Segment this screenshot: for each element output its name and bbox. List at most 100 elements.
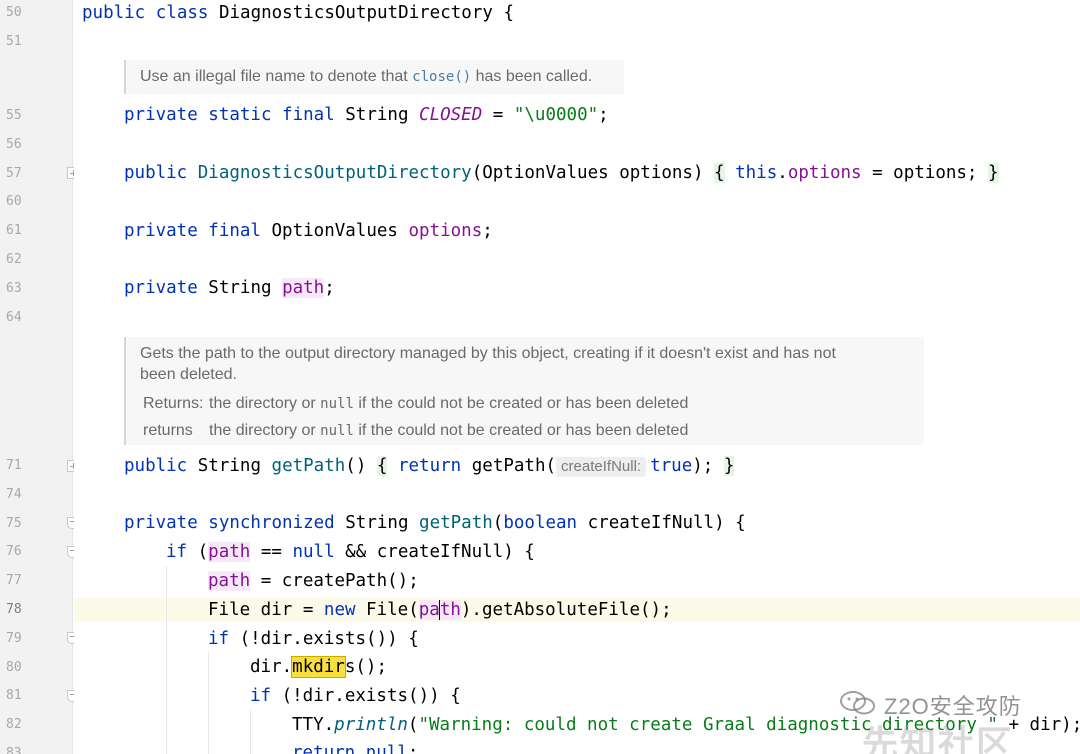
line-number: 71 — [6, 458, 22, 473]
code-line-80: dir.mkdirs(); — [250, 656, 387, 678]
code-text: = — [482, 105, 514, 125]
type: String — [197, 456, 272, 476]
string-literal: "\u0000" — [513, 105, 599, 125]
line-number: 82 — [6, 717, 22, 732]
keyword: null — [292, 542, 335, 562]
keyword: new — [323, 600, 356, 620]
code-text: (!dir.exists()) { — [271, 686, 461, 706]
code-text: ( — [197, 542, 209, 562]
code-line-57: public DiagnosticsOutputDirectory(Option… — [124, 162, 999, 184]
keyword: private — [124, 278, 209, 298]
watermark-subtext: 先知社区 — [862, 723, 1015, 754]
line-number: 74 — [6, 487, 22, 502]
wechat-icon — [840, 691, 875, 715]
line-number: 80 — [6, 660, 22, 675]
keyword: boolean — [503, 513, 578, 533]
class-name: DiagnosticsOutputDirectory — [218, 3, 493, 23]
code-text: (!dir.exists()) { — [229, 629, 419, 649]
code-text: ; — [598, 105, 609, 125]
code-text: createIfNull) { — [577, 513, 746, 533]
field: path — [208, 571, 251, 591]
indent-guide — [250, 710, 251, 754]
constant-field: CLOSED — [419, 105, 483, 125]
type: String — [345, 105, 420, 125]
code-text: ; — [324, 278, 335, 298]
keyword: public — [124, 456, 198, 476]
keyword: if — [250, 686, 272, 706]
doc-code: close() — [412, 69, 472, 85]
code-text: ( — [407, 715, 419, 735]
code-text: File( — [355, 600, 419, 620]
type: OptionValues — [271, 221, 409, 241]
code-text: ).getAbsoluteFile(); — [460, 600, 672, 620]
folded-brace[interactable]: } — [988, 163, 999, 183]
code-text: ; — [407, 743, 419, 754]
doc-text: has been called. — [471, 68, 593, 85]
code-line-63: private String path; — [124, 277, 335, 299]
line-number: 56 — [6, 137, 22, 152]
constructor-name: DiagnosticsOutputDirectory — [197, 163, 472, 183]
line-number: 64 — [6, 310, 22, 325]
method-name: getPath — [419, 513, 493, 533]
folded-brace[interactable]: { — [376, 456, 388, 476]
line-number: 61 — [6, 223, 22, 238]
doc-code: null — [320, 423, 354, 439]
line-number-current: 78 — [6, 602, 22, 617]
code-text: s(); — [344, 657, 387, 677]
line-number: 63 — [6, 281, 22, 296]
code-line-81: if (!dir.exists()) { — [250, 685, 461, 707]
watermark: Z2O安全攻防 先知社区 — [836, 685, 1080, 754]
folded-brace[interactable]: } — [723, 456, 735, 476]
type: String — [345, 513, 420, 533]
code-editor[interactable]: public class DiagnosticsOutputDirectory … — [74, 0, 1080, 754]
keyword: if — [208, 629, 230, 649]
field: options — [787, 163, 862, 183]
code-text: (OptionValues options) — [471, 163, 715, 183]
keyword: true — [650, 456, 693, 476]
indent-guide — [208, 652, 209, 754]
code-line-75: private synchronized String getPath(bool… — [124, 512, 746, 534]
indent-guide — [166, 566, 167, 754]
line-number: 50 — [6, 5, 22, 20]
doc-text: if the could not be created or has been … — [353, 422, 689, 439]
line-number: 55 — [6, 108, 22, 123]
code-line-50: public class DiagnosticsOutputDirectory … — [82, 2, 514, 24]
line-number: 57 — [6, 166, 22, 181]
doc-tag: returns — [143, 422, 193, 439]
field: path — [208, 542, 251, 562]
field: path — [282, 278, 325, 298]
line-number: 77 — [6, 573, 22, 588]
code-line-76: if (path == null && createIfNull) { — [166, 541, 535, 563]
line-number: 75 — [6, 516, 22, 531]
rendered-doc-comment[interactable]: Use an illegal file name to denote that … — [124, 60, 624, 94]
method-name: getPath — [271, 456, 346, 476]
code-text: getPath( — [471, 456, 557, 476]
keyword: private synchronized — [124, 513, 346, 533]
doc-text: the directory or — [209, 422, 321, 439]
field: options — [408, 221, 483, 241]
keyword: public — [124, 163, 198, 183]
field: pa — [418, 600, 440, 620]
line-number-gutter: 50 51 55 56 57 60 61 62 63 64 71 74 75 7… — [0, 0, 79, 754]
rendered-doc-comment[interactable]: Gets the path to the output directory ma… — [124, 337, 924, 445]
keyword: private final — [124, 221, 272, 241]
code-line-55: private static final String CLOSED = "\u… — [124, 104, 609, 126]
doc-code: null — [320, 396, 354, 412]
code-text: = options; — [861, 163, 989, 183]
code-text: = createPath(); — [250, 571, 419, 591]
doc-returns: returns the directory or null if the coul… — [140, 420, 924, 442]
doc-text: the directory or — [209, 395, 321, 412]
line-number: 79 — [6, 631, 22, 646]
line-number: 76 — [6, 544, 22, 559]
folded-brace[interactable]: { — [714, 163, 725, 183]
keyword: if — [166, 542, 198, 562]
code-text: () — [345, 456, 377, 476]
code-text: File dir = — [208, 600, 324, 620]
parameter-hint: createIfNull: — [556, 457, 647, 477]
keyword: public class — [82, 3, 219, 23]
line-number: 62 — [6, 252, 22, 267]
line-number: 60 — [6, 194, 22, 209]
keyword: this — [724, 163, 778, 183]
code-text: ( — [492, 513, 504, 533]
line-number: 83 — [6, 746, 22, 754]
